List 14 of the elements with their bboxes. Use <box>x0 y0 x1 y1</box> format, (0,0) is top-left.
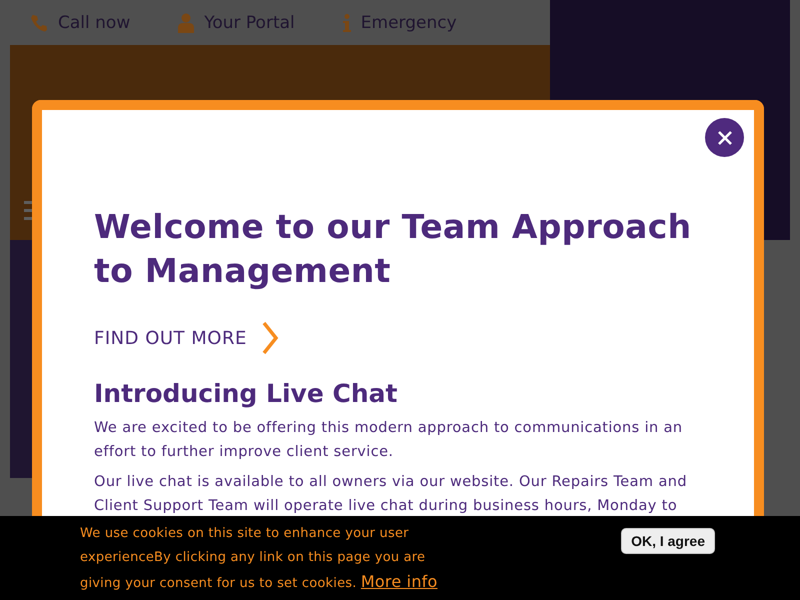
modal-title: Welcome to our Team Approach to Management <box>94 206 692 292</box>
agree-button[interactable]: OK, I agree <box>621 528 715 554</box>
more-info-link[interactable]: More info <box>360 572 438 591</box>
cookie-message: We use cookies on this site to enhance your user experienceBy clicking any link on this page you are giving your consent for us to set cookies. More info <box>80 525 438 593</box>
paragraph: Our live chat is available to all owners via our website. Our Repairs Team and Client Support Team will operate live chat during business hours, Monday to <box>94 473 688 516</box>
chevron-icon <box>260 321 279 355</box>
close-icon <box>716 130 732 146</box>
person-icon <box>178 12 194 32</box>
close-button[interactable] <box>705 118 744 157</box>
paragraph: We are excited to be offering this modern approach to communications in an effort to further improve client service. <box>94 419 684 462</box>
phone-icon <box>30 14 48 32</box>
find-out-more-link[interactable]: FIND OUT MORE <box>94 321 279 355</box>
info-icon <box>342 14 351 32</box>
section-heading: Introducing Live Chat <box>94 379 398 408</box>
